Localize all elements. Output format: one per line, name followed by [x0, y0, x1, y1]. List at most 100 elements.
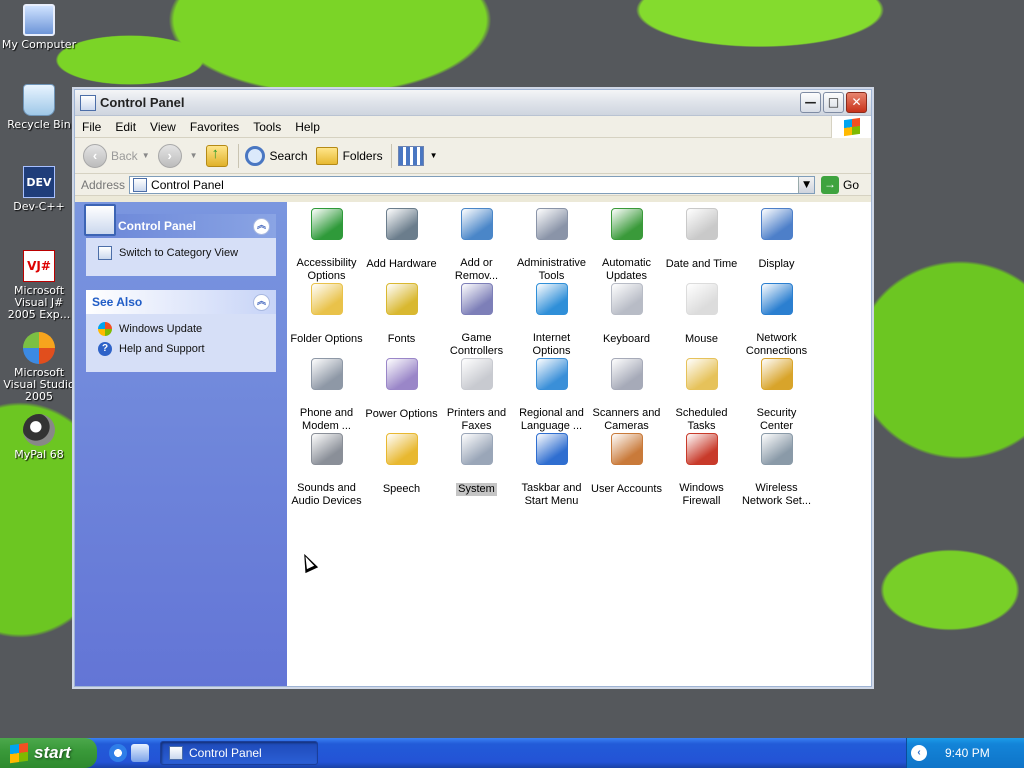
add-or-remov-icon — [460, 208, 493, 240]
control-panel-pane-header[interactable]: Control Panel ︽ — [84, 204, 276, 238]
views-dropdown-icon[interactable]: ▼ — [430, 151, 438, 160]
menu-edit[interactable]: Edit — [108, 120, 143, 134]
back-label: Back — [111, 148, 138, 163]
control-panel-item-scanners-and-cameras[interactable]: Scanners and Cameras — [589, 356, 664, 432]
desktop-icon-visual-studio[interactable]: Microsoft Visual Studio 2005 — [0, 332, 78, 403]
internet-explorer-icon[interactable] — [109, 744, 127, 762]
control-panel-items: Accessibility Options Add Hardware Add or … — [287, 202, 871, 686]
toolbar: ‹ Back ▼ › ▼ Search Folders ▼ — [75, 138, 871, 174]
maximize-button[interactable]: □ — [823, 92, 844, 113]
taskbar-button-control-panel[interactable]: Control Panel — [160, 741, 318, 765]
forward-button[interactable]: › ▼ — [157, 143, 198, 168]
control-panel-item-administrative-tools[interactable]: Administrative Tools — [514, 206, 589, 282]
start-button[interactable]: start — [0, 738, 97, 768]
address-label: Address — [81, 177, 126, 192]
show-desktop-icon[interactable] — [131, 744, 149, 762]
close-button[interactable]: ✕ — [846, 92, 867, 113]
windows-firewall-icon — [685, 433, 718, 465]
desktop-icon-label: MyPal 68 — [14, 448, 64, 461]
collapse-icon[interactable]: ︽ — [253, 217, 270, 235]
control-panel-item-power-options[interactable]: Power Options — [364, 356, 439, 431]
minimize-button[interactable]: — — [800, 92, 821, 113]
item-label: Add Hardware — [366, 258, 437, 270]
collapse-icon[interactable]: ︽ — [253, 293, 270, 311]
toolbar-separator — [390, 143, 392, 168]
control-panel-item-taskbar-and-start-menu[interactable]: Taskbar and Start Menu — [514, 431, 589, 507]
control-panel-item-wireless-network-set[interactable]: Wireless Network Set... — [739, 431, 814, 507]
control-panel-item-add-or-remov[interactable]: Add or Remov... — [439, 206, 514, 282]
search-button[interactable]: Search — [244, 145, 308, 166]
control-panel-item-system[interactable]: System — [439, 431, 514, 506]
folder-up-icon — [205, 144, 228, 167]
control-panel-item-network-connections[interactable]: Network Connections — [739, 281, 814, 357]
up-button[interactable] — [205, 144, 230, 167]
desktop-icon-label: Microsoft Visual J# 2005 Exp... — [7, 284, 71, 321]
desktop-icon-dev-cpp[interactable]: DEV Dev-C++ — [0, 166, 78, 213]
menu-help[interactable]: Help — [288, 120, 327, 134]
pane-body: Windows Update ? Help and Support — [86, 314, 276, 372]
control-panel-item-security-center[interactable]: Security Center — [739, 356, 814, 432]
control-panel-item-speech[interactable]: Speech — [364, 431, 439, 506]
address-input[interactable]: Control Panel ▼ — [129, 175, 816, 194]
sounds-and-audio-devices-icon — [310, 433, 343, 465]
keyboard-icon — [610, 283, 643, 315]
control-panel-item-phone-and-modem[interactable]: Phone and Modem ... — [289, 356, 364, 432]
control-panel-item-game-controllers[interactable]: Game Controllers — [439, 281, 514, 357]
menu-favorites[interactable]: Favorites — [183, 120, 246, 134]
desktop-icon-recycle-bin[interactable]: Recycle Bin — [0, 84, 78, 131]
folders-button[interactable]: Folders — [315, 146, 383, 165]
help-and-support-link[interactable]: ? Help and Support — [98, 342, 266, 356]
control-panel-item-scheduled-tasks[interactable]: Scheduled Tasks — [664, 356, 739, 432]
control-panel-item-regional-and-language[interactable]: Regional and Language ... — [514, 356, 589, 432]
control-panel-item-user-accounts[interactable]: User Accounts — [589, 431, 664, 506]
desktop-icon-vj-sharp[interactable]: VJ# Microsoft Visual J# 2005 Exp... — [0, 250, 78, 321]
windows-logo — [831, 116, 871, 138]
control-panel-item-accessibility-options[interactable]: Accessibility Options — [289, 206, 364, 282]
back-dropdown-icon[interactable]: ▼ — [142, 151, 150, 160]
control-panel-item-windows-firewall[interactable]: Windows Firewall — [664, 431, 739, 507]
windows-update-link[interactable]: Windows Update — [98, 322, 266, 336]
desktop-icon-my-computer[interactable]: My Computer — [0, 4, 78, 51]
control-panel-item-mouse[interactable]: Mouse — [664, 281, 739, 356]
switch-to-category-view-link[interactable]: Switch to Category View — [98, 246, 266, 260]
control-panel-item-printers-and-faxes[interactable]: Printers and Faxes — [439, 356, 514, 432]
desktop-icon-label: Microsoft Visual Studio 2005 — [3, 366, 75, 403]
control-panel-icon — [169, 746, 183, 760]
item-label: Keyboard — [602, 333, 651, 345]
item-label: Automatic Updates — [602, 257, 651, 282]
control-panel-item-fonts[interactable]: Fonts — [364, 281, 439, 356]
item-label: Network Connections — [745, 332, 808, 357]
control-panel-item-keyboard[interactable]: Keyboard — [589, 281, 664, 356]
forward-dropdown-icon[interactable]: ▼ — [190, 151, 198, 160]
control-panel-item-folder-options[interactable]: Folder Options — [289, 281, 364, 356]
items-grid: Accessibility Options Add Hardware Add or … — [289, 206, 814, 507]
address-dropdown-icon[interactable]: ▼ — [798, 176, 815, 193]
show-hidden-icons-chevron-icon[interactable]: ‹ — [911, 745, 927, 761]
display-icon — [760, 208, 793, 240]
folders-icon — [315, 146, 338, 165]
see-also-pane-header[interactable]: See Also ︽ — [86, 290, 276, 314]
control-panel-item-internet-options[interactable]: Internet Options — [514, 281, 589, 357]
control-panel-item-display[interactable]: Display — [739, 206, 814, 281]
control-panel-item-automatic-updates[interactable]: Automatic Updates — [589, 206, 664, 282]
back-button[interactable]: ‹ Back ▼ — [83, 143, 150, 168]
control-panel-item-date-and-time[interactable]: Date and Time — [664, 206, 739, 281]
menu-view[interactable]: View — [143, 120, 183, 134]
back-arrow-icon: ‹ — [83, 143, 107, 168]
clock[interactable]: 9:40 PM — [945, 746, 990, 760]
desktop-icon-mypal[interactable]: MyPal 68 — [0, 414, 78, 461]
go-button[interactable]: → Go — [821, 175, 859, 194]
menu-tools[interactable]: Tools — [246, 120, 288, 134]
network-connections-icon — [760, 283, 793, 315]
control-panel-item-sounds-and-audio-devices[interactable]: Sounds and Audio Devices — [289, 431, 364, 507]
title-bar[interactable]: Control Panel — □ ✕ — [75, 90, 871, 116]
menu-bar: File Edit View Favorites Tools Help — [75, 116, 871, 138]
views-button[interactable]: ▼ — [397, 145, 438, 166]
address-value: Control Panel — [151, 177, 224, 192]
internet-options-icon — [535, 283, 568, 315]
scanners-and-cameras-icon — [610, 358, 643, 390]
control-panel-item-add-hardware[interactable]: Add Hardware — [364, 206, 439, 281]
control-panel-large-icon — [84, 204, 116, 236]
item-label: Folder Options — [290, 333, 363, 345]
menu-file[interactable]: File — [75, 120, 108, 134]
